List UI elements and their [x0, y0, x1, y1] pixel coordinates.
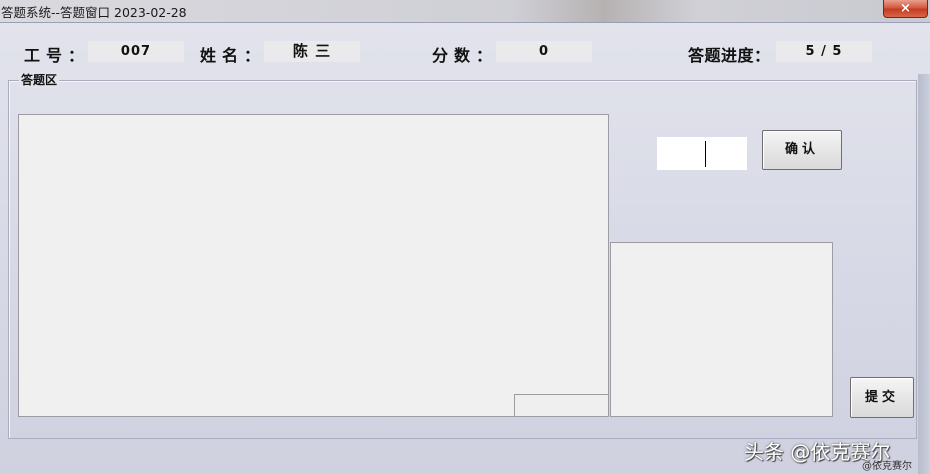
employee-id-value: 007 [88, 41, 184, 62]
score-label: 分数： [432, 46, 499, 65]
confirm-button[interactable]: 确认 [762, 130, 842, 170]
submit-button[interactable]: 提交 [850, 377, 914, 418]
feedback-display [610, 242, 833, 417]
name-label: 姓名： [200, 46, 267, 65]
name-value: 陈 三 [264, 41, 360, 62]
answer-input[interactable] [657, 137, 747, 170]
window-edge [918, 74, 930, 474]
title-bar: 答题系统--答题窗口 2023-02-28 × [0, 0, 930, 23]
progress-value: 5 / 5 [776, 41, 872, 62]
progress-label: 答题进度： [688, 46, 771, 65]
question-display [18, 114, 609, 417]
watermark-small-text: @依克赛尔 [862, 461, 912, 472]
close-button[interactable]: × [883, 0, 928, 18]
employee-id-label: 工号： [24, 46, 91, 65]
answer-group-title: 答题区 [19, 72, 60, 88]
window-title: 答题系统--答题窗口 2023-02-28 [1, 5, 187, 20]
question-sub-box [514, 394, 609, 417]
text-caret [705, 141, 706, 167]
score-value: 0 [496, 41, 592, 62]
